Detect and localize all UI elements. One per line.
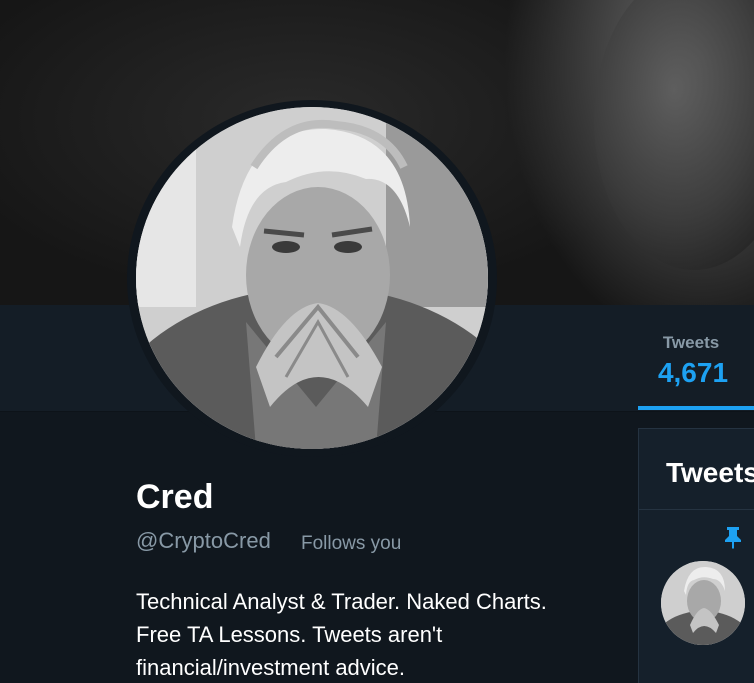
profile-name: Cred — [136, 478, 214, 516]
tweets-stat-active-indicator — [638, 406, 754, 410]
profile-bio: Technical Analyst & Trader. Naked Charts… — [136, 585, 616, 683]
profile-avatar[interactable] — [136, 107, 488, 449]
tweet-author-avatar[interactable] — [661, 561, 745, 645]
follows-you-badge: Follows you — [301, 533, 402, 554]
timeline-heading: Tweets — [666, 457, 754, 488]
tweets-stat-label: Tweets — [662, 333, 720, 352]
avatar-portrait-illustration — [136, 107, 488, 449]
tweets-timeline: Tweets — [638, 428, 754, 683]
tweets-stat-count: 4,671 — [657, 357, 729, 388]
tweets-stat[interactable]: Tweets 4,671 — [638, 305, 754, 409]
pin-icon — [725, 527, 741, 549]
bio-line: financial/investment advice. — [136, 655, 406, 680]
bio-line: Free TA Lessons. Tweets aren't — [136, 622, 443, 647]
profile-page: Tweets 4,671 Cred @CryptoCred Follows yo… — [0, 0, 754, 683]
mini-avatar-portrait-illustration — [661, 561, 745, 645]
timeline-divider — [639, 509, 754, 510]
banner-photo-shape — [594, 0, 754, 270]
bio-line: Technical Analyst & Trader. Naked Charts… — [136, 589, 547, 614]
profile-handle[interactable]: @CryptoCred — [136, 528, 271, 554]
